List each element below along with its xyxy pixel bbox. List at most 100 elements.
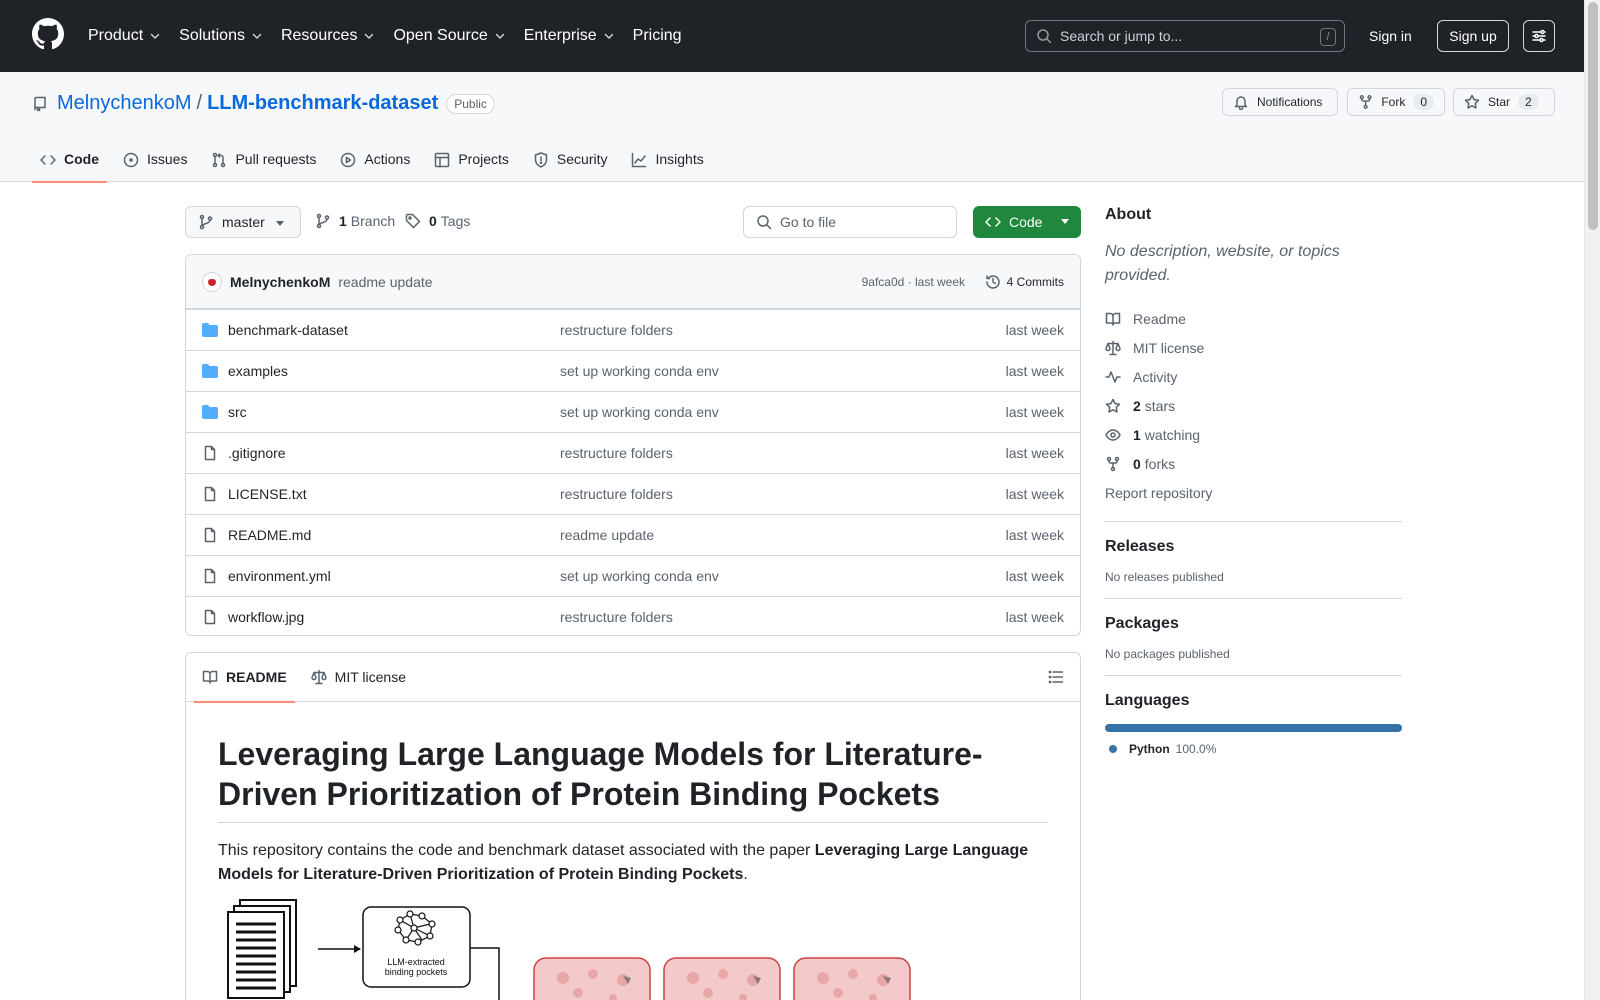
tab-label: README — [226, 669, 287, 685]
branches-count: 1 — [339, 213, 347, 229]
file-row[interactable]: environment.yml set up working conda env… — [186, 555, 1080, 596]
nav-enterprise[interactable]: Enterprise — [524, 27, 615, 45]
search-placeholder: Search or jump to... — [1060, 28, 1183, 44]
forks-label: forks — [1144, 455, 1176, 472]
file-row[interactable]: examples set up working conda env last w… — [186, 350, 1080, 391]
file-name[interactable]: examples — [228, 363, 288, 379]
repo-name-link[interactable]: LLM-benchmark-dataset — [207, 92, 438, 115]
file-commit-message[interactable]: restructure folders — [560, 445, 673, 461]
nav-resources[interactable]: Resources — [281, 27, 375, 45]
file-row[interactable]: src set up working conda env last week — [186, 391, 1080, 432]
file-name[interactable]: src — [228, 404, 247, 420]
tab-readme[interactable]: README — [194, 653, 295, 703]
branches-label: Branch — [350, 213, 396, 229]
repo-path-separator: / — [196, 92, 203, 114]
file-name[interactable]: LICENSE.txt — [228, 486, 307, 502]
nav-product[interactable]: Product — [88, 27, 161, 45]
notifications-button[interactable]: Notifications — [1222, 88, 1338, 116]
file-row[interactable]: workflow.jpg restructure folders last we… — [186, 596, 1080, 635]
file-icon — [204, 568, 216, 584]
pulse-icon — [1105, 370, 1121, 383]
forks-link[interactable]: 0 forks — [1105, 449, 1402, 478]
list-icon[interactable] — [1048, 669, 1064, 685]
nav-pricing[interactable]: Pricing — [633, 27, 682, 45]
fork-button[interactable]: Fork 0 — [1347, 88, 1445, 116]
shield-icon — [534, 152, 548, 168]
repo-title: MelnychenkoM / LLM-benchmark-dataset Pub… — [32, 92, 495, 115]
branch-select-button[interactable]: master — [185, 206, 301, 238]
commit-sha[interactable]: 9afca0d · last week — [862, 275, 965, 289]
tab-actions[interactable]: Actions — [332, 142, 418, 182]
watching-label: watching — [1144, 426, 1201, 443]
releases-heading[interactable]: Releases — [1105, 538, 1402, 556]
github-logo-icon[interactable] — [32, 18, 64, 50]
commit-author[interactable]: MelnychenkoM — [230, 274, 330, 290]
book-icon — [202, 670, 218, 684]
file-name[interactable]: environment.yml — [228, 568, 331, 584]
tags-link[interactable]: 0 Tags — [405, 213, 470, 229]
license-link[interactable]: MIT license — [1105, 333, 1402, 362]
file-commit-message[interactable]: restructure folders — [560, 322, 673, 338]
file-name[interactable]: workflow.jpg — [228, 609, 304, 625]
file-name[interactable]: .gitignore — [228, 445, 286, 461]
tab-security[interactable]: Security — [525, 142, 616, 182]
file-commit-message[interactable]: set up working conda env — [560, 363, 719, 379]
global-search-input[interactable]: Search or jump to... / — [1025, 20, 1345, 52]
nav-solutions[interactable]: Solutions — [179, 27, 263, 45]
tab-code[interactable]: Code — [32, 142, 107, 183]
file-name[interactable]: benchmark-dataset — [228, 322, 348, 338]
tag-icon — [405, 213, 421, 229]
file-commit-message[interactable]: restructure folders — [560, 609, 673, 625]
menu-button[interactable] — [1523, 20, 1555, 52]
file-commit-message[interactable]: set up working conda env — [560, 404, 719, 420]
file-commit-message[interactable]: set up working conda env — [560, 568, 719, 584]
repo-tabs: Code Issues Pull requests Actions Projec… — [32, 142, 720, 183]
star-button[interactable]: Star 2 — [1453, 88, 1555, 116]
tab-projects[interactable]: Projects — [426, 142, 517, 182]
file-icon — [204, 527, 216, 543]
file-commit-message[interactable]: readme update — [560, 527, 654, 543]
file-commit-message[interactable]: restructure folders — [560, 486, 673, 502]
tab-pull-requests[interactable]: Pull requests — [203, 142, 324, 182]
nav-open-source[interactable]: Open Source — [393, 27, 505, 45]
file-browser: MelnychenkoM readme update 9afca0d · las… — [185, 254, 1081, 636]
tab-insights[interactable]: Insights — [623, 142, 711, 182]
watchers-link[interactable]: 1 watching — [1105, 420, 1402, 449]
language-color-dot — [1109, 745, 1117, 753]
branches-link[interactable]: 1 Branch — [315, 213, 395, 229]
scrollbar-thumb[interactable] — [1588, 2, 1598, 230]
go-to-file-placeholder: Go to file — [780, 214, 837, 230]
go-to-file-input[interactable]: Go to file — [743, 206, 957, 238]
workflow-diagram: LLM-extracted binding pockets — [227, 899, 911, 1000]
notifications-label: Notifications — [1257, 95, 1323, 109]
sign-up-button[interactable]: Sign up — [1437, 20, 1509, 52]
repo-owner-link[interactable]: MelnychenkoM — [57, 92, 192, 115]
file-date: last week — [1005, 609, 1064, 625]
tab-mit-license[interactable]: MIT license — [303, 653, 414, 702]
avatar[interactable] — [202, 271, 222, 292]
file-name[interactable]: README.md — [228, 527, 311, 543]
commit-message[interactable]: readme update — [338, 274, 432, 290]
page-scrollbar[interactable] — [1584, 0, 1600, 1000]
commits-link[interactable]: 4 Commits — [985, 274, 1064, 290]
stars-link[interactable]: 2 stars — [1105, 391, 1402, 420]
language-item-python[interactable]: Python 100.0% — [1105, 742, 1402, 756]
file-row[interactable]: benchmark-dataset restructure folders la… — [186, 309, 1080, 350]
file-row[interactable]: .gitignore restructure folders last week — [186, 432, 1080, 473]
readme-link[interactable]: Readme — [1105, 304, 1402, 333]
tab-label: Code — [64, 151, 99, 167]
sidebar-divider — [1105, 675, 1402, 676]
fork-label: Fork — [1381, 95, 1406, 109]
file-date: last week — [1005, 527, 1064, 543]
tab-issues[interactable]: Issues — [115, 142, 195, 182]
file-row[interactable]: LICENSE.txt restructure folders last wee… — [186, 473, 1080, 514]
star-icon — [1464, 94, 1480, 109]
packages-heading[interactable]: Packages — [1105, 615, 1402, 633]
sign-in-link[interactable]: Sign in — [1369, 28, 1412, 44]
about-heading: About — [1105, 206, 1152, 223]
code-dropdown-button[interactable]: Code — [973, 206, 1081, 238]
file-row[interactable]: README.md readme update last week — [186, 514, 1080, 555]
branch-name: master — [222, 214, 265, 230]
report-repository-link[interactable]: Report repository — [1105, 478, 1402, 507]
activity-link[interactable]: Activity — [1105, 362, 1402, 391]
